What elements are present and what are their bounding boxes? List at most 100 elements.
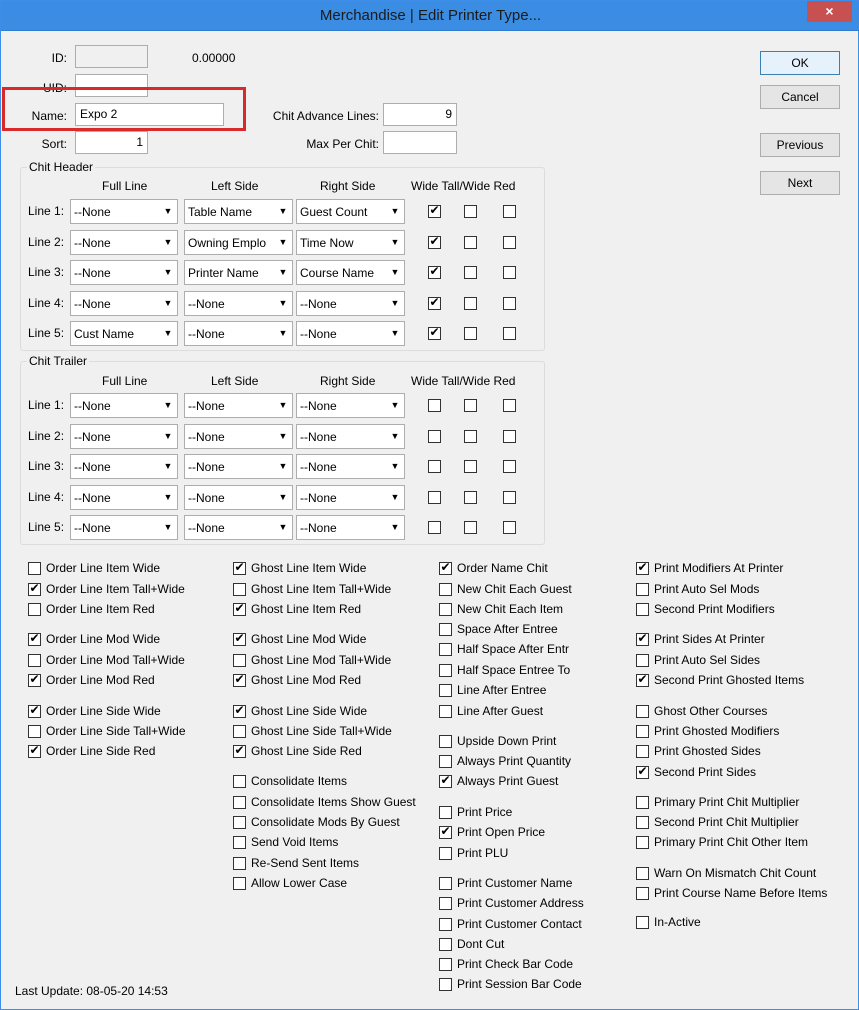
option-checkbox[interactable] [439,623,452,636]
option-checkbox[interactable] [636,654,649,667]
full-dropdown[interactable]: --None ▼ [70,290,178,316]
option-checkbox[interactable] [439,562,452,575]
option-checkbox[interactable] [439,806,452,819]
option-checkbox[interactable] [439,705,452,718]
full-dropdown[interactable]: Cust Name ▼ [70,321,178,346]
option-checkbox[interactable] [233,745,246,758]
tall-checkbox[interactable] [464,266,477,279]
option-checkbox[interactable] [233,603,246,616]
right-dropdown[interactable]: Guest Count ▼ [296,199,405,224]
close-button[interactable]: × [807,1,852,22]
option-checkbox[interactable] [636,867,649,880]
option-checkbox[interactable] [636,633,649,646]
option-checkbox[interactable] [28,745,41,758]
left-dropdown[interactable]: --None ▼ [184,423,293,449]
option-checkbox[interactable] [233,674,246,687]
option-checkbox[interactable] [28,603,41,616]
tall-checkbox[interactable] [464,490,477,504]
option-checkbox[interactable] [439,643,452,656]
previous-button[interactable]: Previous [760,133,840,157]
wide-checkbox[interactable] [428,460,441,473]
full-dropdown[interactable]: --None ▼ [70,423,178,449]
option-checkbox[interactable] [636,562,649,575]
option-checkbox[interactable] [28,725,41,738]
option-checkbox[interactable] [233,654,246,667]
chit-advance-field[interactable]: 9 [383,103,457,126]
option-checkbox[interactable] [636,816,649,829]
full-dropdown[interactable]: --None ▼ [70,229,178,255]
left-dropdown[interactable]: Owning Emplo ▼ [184,229,293,255]
full-dropdown[interactable]: --None ▼ [70,484,178,510]
max-per-chit-field[interactable] [383,131,457,154]
option-checkbox[interactable] [439,938,452,951]
left-dropdown[interactable]: --None ▼ [184,454,293,479]
option-checkbox[interactable] [233,796,246,809]
option-checkbox[interactable] [233,705,246,718]
option-checkbox[interactable] [439,755,452,768]
cancel-button[interactable]: Cancel [760,85,840,109]
option-checkbox[interactable] [636,766,649,779]
option-checkbox[interactable] [439,958,452,971]
option-checkbox[interactable] [439,897,452,910]
option-checkbox[interactable] [636,583,649,596]
option-checkbox[interactable] [439,847,452,860]
option-checkbox[interactable] [439,918,452,931]
option-checkbox[interactable] [28,633,41,646]
wide-checkbox[interactable] [428,205,441,218]
red-checkbox[interactable] [503,205,516,218]
left-dropdown[interactable]: --None ▼ [184,321,293,346]
option-checkbox[interactable] [233,857,246,870]
wide-checkbox[interactable] [428,235,441,249]
sort-field[interactable]: 1 [75,131,148,154]
full-dropdown[interactable]: --None ▼ [70,515,178,540]
option-checkbox[interactable] [233,816,246,829]
full-dropdown[interactable]: --None ▼ [70,260,178,285]
left-dropdown[interactable]: Table Name ▼ [184,199,293,224]
left-dropdown[interactable]: --None ▼ [184,290,293,316]
tall-checkbox[interactable] [464,205,477,218]
option-checkbox[interactable] [439,877,452,890]
red-checkbox[interactable] [503,296,516,310]
right-dropdown[interactable]: --None ▼ [296,290,405,316]
tall-checkbox[interactable] [464,399,477,412]
option-checkbox[interactable] [28,583,41,596]
option-checkbox[interactable] [233,633,246,646]
red-checkbox[interactable] [503,235,516,249]
red-checkbox[interactable] [503,429,516,443]
right-dropdown[interactable]: --None ▼ [296,454,405,479]
wide-checkbox[interactable] [428,327,441,340]
option-checkbox[interactable] [233,562,246,575]
left-dropdown[interactable]: --None ▼ [184,393,293,418]
option-checkbox[interactable] [439,826,452,839]
option-checkbox[interactable] [636,836,649,849]
option-checkbox[interactable] [28,562,41,575]
option-checkbox[interactable] [636,603,649,616]
tall-checkbox[interactable] [464,429,477,443]
option-checkbox[interactable] [233,836,246,849]
option-checkbox[interactable] [636,705,649,718]
red-checkbox[interactable] [503,460,516,473]
wide-checkbox[interactable] [428,490,441,504]
tall-checkbox[interactable] [464,235,477,249]
right-dropdown[interactable]: --None ▼ [296,484,405,510]
next-button[interactable]: Next [760,171,840,195]
red-checkbox[interactable] [503,521,516,534]
right-dropdown[interactable]: Time Now ▼ [296,229,405,255]
red-checkbox[interactable] [503,266,516,279]
option-checkbox[interactable] [636,745,649,758]
right-dropdown[interactable]: --None ▼ [296,423,405,449]
ok-button[interactable]: OK [760,51,840,75]
wide-checkbox[interactable] [428,399,441,412]
wide-checkbox[interactable] [428,266,441,279]
option-checkbox[interactable] [439,978,452,991]
option-checkbox[interactable] [28,674,41,687]
option-checkbox[interactable] [233,725,246,738]
option-checkbox[interactable] [439,664,452,677]
right-dropdown[interactable]: Course Name ▼ [296,260,405,285]
red-checkbox[interactable] [503,327,516,340]
full-dropdown[interactable]: --None ▼ [70,393,178,418]
red-checkbox[interactable] [503,490,516,504]
tall-checkbox[interactable] [464,327,477,340]
option-checkbox[interactable] [439,583,452,596]
right-dropdown[interactable]: --None ▼ [296,393,405,418]
